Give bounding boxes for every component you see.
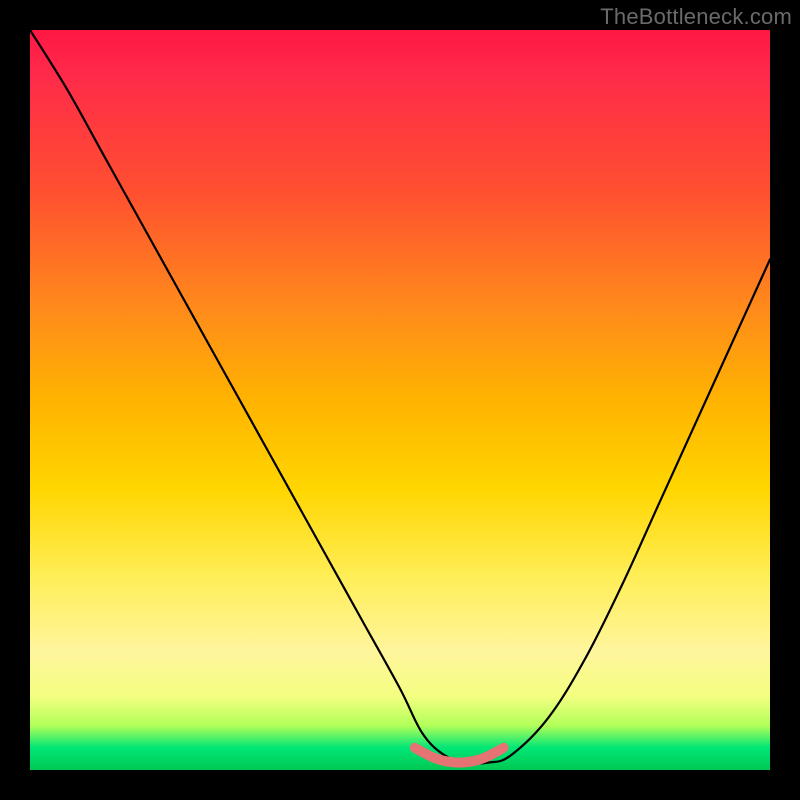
chart-svg xyxy=(30,30,770,770)
bottleneck-curve xyxy=(30,30,770,764)
chart-plot-area xyxy=(30,30,770,770)
watermark-text: TheBottleneck.com xyxy=(600,4,792,30)
optimal-zone-highlight xyxy=(415,748,504,763)
chart-frame: TheBottleneck.com xyxy=(0,0,800,800)
